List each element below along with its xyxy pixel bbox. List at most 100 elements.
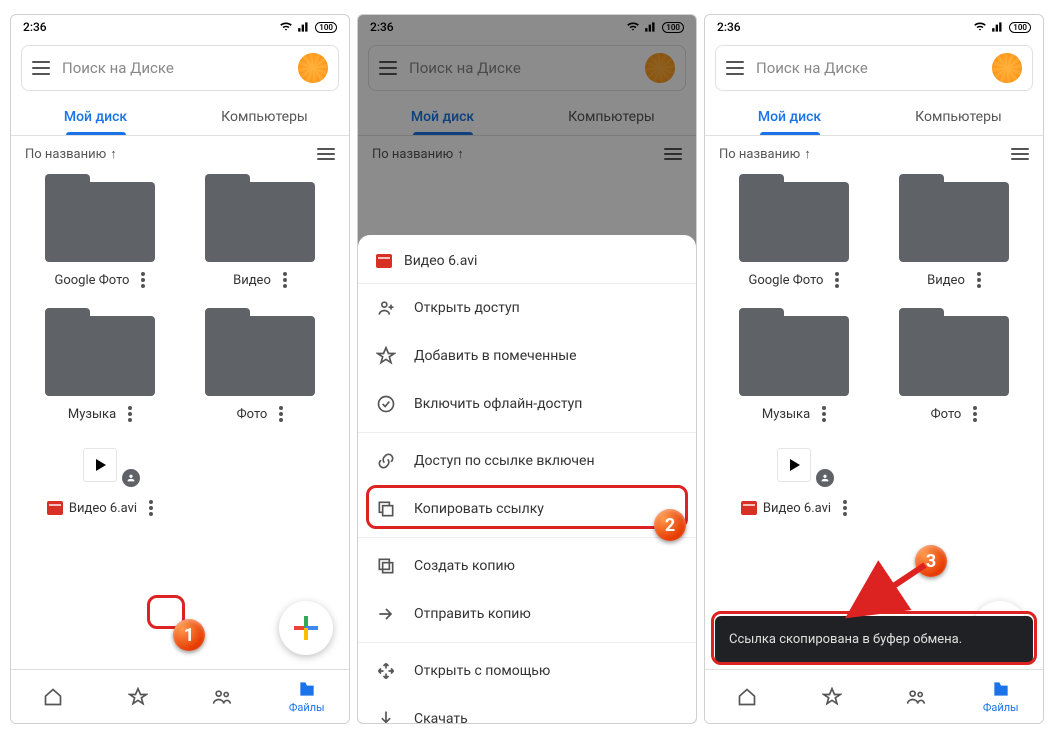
sheet-open-with[interactable]: Открыть с помощью [358, 647, 696, 695]
file-grid: Google Фото Видео Музыка Фото Видео 6.av… [705, 172, 1043, 516]
folder-label: Видео [233, 273, 271, 288]
bottom-sheet: Видео 6.avi Открыть доступ Добавить в по… [358, 235, 696, 723]
sort-button[interactable]: По названию ↑ [719, 146, 811, 162]
folder-label: Фото [237, 407, 268, 422]
send-icon [376, 604, 396, 624]
phone-screen-3: 2:36 100 Поиск на Диске Мой диск Компьют… [704, 14, 1044, 724]
badge-2: 2 [654, 509, 686, 541]
toast: Ссылка скопирована в буфер обмена. [715, 616, 1033, 663]
folder-icon [205, 182, 315, 262]
tab-mydrive[interactable]: Мой диск [11, 97, 180, 135]
sheet-copy-link[interactable]: Копировать ссылку [358, 485, 696, 533]
play-icon [96, 459, 106, 471]
kebab-icon[interactable] [973, 406, 977, 422]
open-with-icon [376, 661, 396, 681]
video-file-icon [376, 254, 392, 268]
battery-icon: 100 [315, 22, 337, 33]
folder-icon [739, 316, 849, 396]
sort-button[interactable]: По названию ↑ [25, 146, 117, 162]
nav-starred[interactable] [96, 670, 181, 723]
wifi-icon [279, 20, 293, 34]
avatar[interactable] [298, 53, 328, 83]
plus-icon [294, 616, 318, 640]
kebab-icon[interactable] [283, 272, 287, 288]
nav-files[interactable]: Файлы [959, 670, 1044, 723]
signal-icon [991, 20, 1005, 34]
kebab-icon[interactable] [128, 406, 132, 422]
menu-icon[interactable] [726, 61, 744, 75]
nav-shared[interactable] [180, 670, 265, 723]
view-toggle-icon[interactable] [1011, 148, 1029, 160]
folder-icon [739, 182, 849, 262]
duplicate-icon [376, 556, 396, 576]
bottom-nav: Файлы [11, 669, 349, 723]
nav-shared[interactable] [874, 670, 959, 723]
phone-screen-2: 2:36 100 Поиск на Диске Мой диск Компьют… [357, 14, 697, 724]
offline-icon [376, 394, 396, 414]
person-add-icon [376, 298, 396, 318]
status-bar: 2:36 100 [11, 15, 349, 39]
nav-files[interactable]: Файлы [265, 670, 350, 723]
signal-icon [297, 20, 311, 34]
folder-label: Google Фото [55, 273, 130, 288]
view-toggle-icon[interactable] [317, 148, 335, 160]
file-kebab-icon[interactable] [149, 500, 153, 516]
badge-3: 3 [915, 545, 947, 577]
sheet-title: Видео 6.avi [404, 253, 477, 269]
video-thumb-icon [777, 448, 811, 482]
folder-item[interactable]: Видео [879, 172, 1029, 288]
shared-icon [122, 469, 140, 487]
sheet-offline[interactable]: Включить офлайн-доступ [358, 380, 696, 428]
bottom-nav: Файлы [705, 669, 1043, 723]
shared-icon [816, 469, 834, 487]
sheet-send-copy[interactable]: Отправить копию [358, 590, 696, 638]
sheet-share[interactable]: Открыть доступ [358, 284, 696, 332]
avatar[interactable] [992, 53, 1022, 83]
folder-item[interactable]: Видео [185, 172, 335, 288]
kebab-icon[interactable] [822, 406, 826, 422]
tabs: Мой диск Компьютеры [11, 97, 349, 136]
sheet-link-enabled[interactable]: Доступ по ссылке включен [358, 437, 696, 485]
folder-item[interactable]: Фото [185, 306, 335, 422]
nav-home[interactable] [705, 670, 790, 723]
file-item[interactable]: Видео 6.avi [25, 448, 175, 516]
folder-item[interactable]: Google Фото [719, 172, 869, 288]
star-icon [376, 346, 396, 366]
folder-item[interactable]: Музыка [25, 306, 175, 422]
search-bar[interactable]: Поиск на Диске [21, 45, 339, 91]
kebab-icon[interactable] [977, 272, 981, 288]
video-file-icon [741, 501, 757, 515]
sheet-star[interactable]: Добавить в помеченные [358, 332, 696, 380]
file-kebab-icon[interactable] [843, 500, 847, 516]
kebab-icon[interactable] [279, 406, 283, 422]
link-icon [376, 451, 396, 471]
kebab-icon[interactable] [835, 272, 839, 288]
sheet-download[interactable]: Скачать [358, 695, 696, 723]
status-icons: 100 [973, 20, 1031, 34]
kebab-icon[interactable] [141, 272, 145, 288]
sheet-make-copy[interactable]: Создать копию [358, 542, 696, 590]
copy-icon [376, 499, 396, 519]
file-item[interactable]: Видео 6.avi [719, 448, 869, 516]
search-input[interactable]: Поиск на Диске [756, 59, 980, 77]
menu-icon[interactable] [32, 61, 50, 75]
play-icon [790, 459, 800, 471]
folder-item[interactable]: Музыка [719, 306, 869, 422]
nav-home[interactable] [11, 670, 96, 723]
nav-starred[interactable] [790, 670, 875, 723]
tab-computers[interactable]: Компьютеры [180, 97, 349, 135]
video-thumb-icon [83, 448, 117, 482]
search-input[interactable]: Поиск на Диске [62, 59, 286, 77]
folder-icon [899, 316, 1009, 396]
tab-computers[interactable]: Компьютеры [874, 97, 1043, 135]
search-bar[interactable]: Поиск на Диске [715, 45, 1033, 91]
toast-text: Ссылка скопирована в буфер обмена. [729, 632, 962, 647]
tab-mydrive[interactable]: Мой диск [705, 97, 874, 135]
folder-icon [45, 182, 155, 262]
file-label: Видео 6.avi [69, 501, 137, 516]
sort-row: По названию ↑ [11, 136, 349, 172]
folder-item[interactable]: Фото [879, 306, 1029, 422]
folder-item[interactable]: Google Фото [25, 172, 175, 288]
fab-add-button[interactable] [279, 601, 333, 655]
file-label: Видео 6.avi [763, 501, 831, 516]
